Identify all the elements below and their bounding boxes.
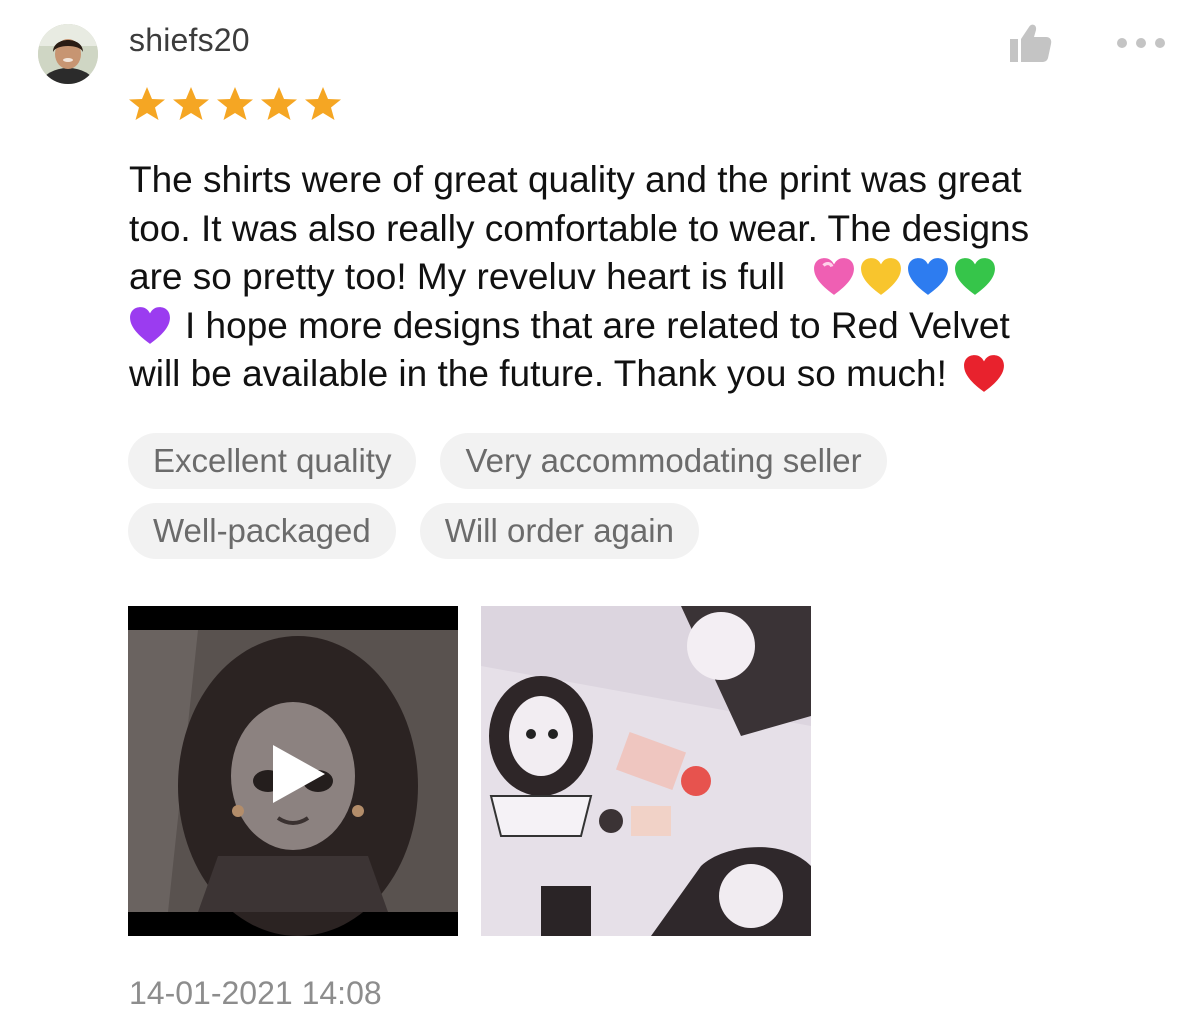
review-line: too. It was also really comfortable to w… [129,207,1030,249]
review-line-with-hearts: I hope more designs that are related to … [129,302,1174,351]
tag-row: Well-packaged Will order again [128,503,1128,559]
tag-chip[interactable]: Well-packaged [128,503,396,559]
yellow-heart-icon [861,258,902,295]
review-line: The shirts were of great quality and the… [129,159,1022,200]
tag-chip[interactable]: Will order again [419,503,699,559]
star-icon [305,87,341,120]
red-heart-icon [963,355,1004,392]
pink-heart-icon [814,258,855,295]
review-line-with-hearts: are so pretty too! My reveluv heart is f… [129,253,1174,302]
star-icon [129,87,165,120]
review-tags: Excellent quality Very accommodating sel… [128,433,1128,573]
review-text: The shirts were of great quality and the… [129,156,1174,399]
review-video-thumbnail[interactable] [128,606,458,936]
star-icon [173,87,209,120]
review-line: will be available in the future. Thank y… [129,353,947,394]
review-line: are so pretty too! My reveluv heart is f… [129,256,785,297]
star-icon [217,87,253,120]
thumbs-up-icon[interactable] [1008,22,1054,64]
play-icon[interactable] [269,741,329,807]
tag-chip[interactable]: Excellent quality [128,433,417,489]
star-rating [128,86,342,122]
review-line: I hope more designs that are related to … [185,304,1010,346]
avatar[interactable] [38,24,98,84]
tag-row: Excellent quality Very accommodating sel… [128,433,1128,489]
review-line-with-hearts: will be available in the future. Thank y… [129,350,1174,399]
purple-heart-icon [130,306,170,344]
reviewer-username: shiefs20 [129,22,250,58]
green-heart-icon [955,258,996,295]
star-icon [261,87,297,120]
more-options-icon[interactable] [1113,34,1169,52]
blue-heart-icon [908,258,949,295]
tag-chip[interactable]: Very accommodating seller [440,433,887,489]
review-photo-thumbnail[interactable] [481,606,811,936]
review-timestamp: 14-01-2021 14:08 [129,975,382,1011]
